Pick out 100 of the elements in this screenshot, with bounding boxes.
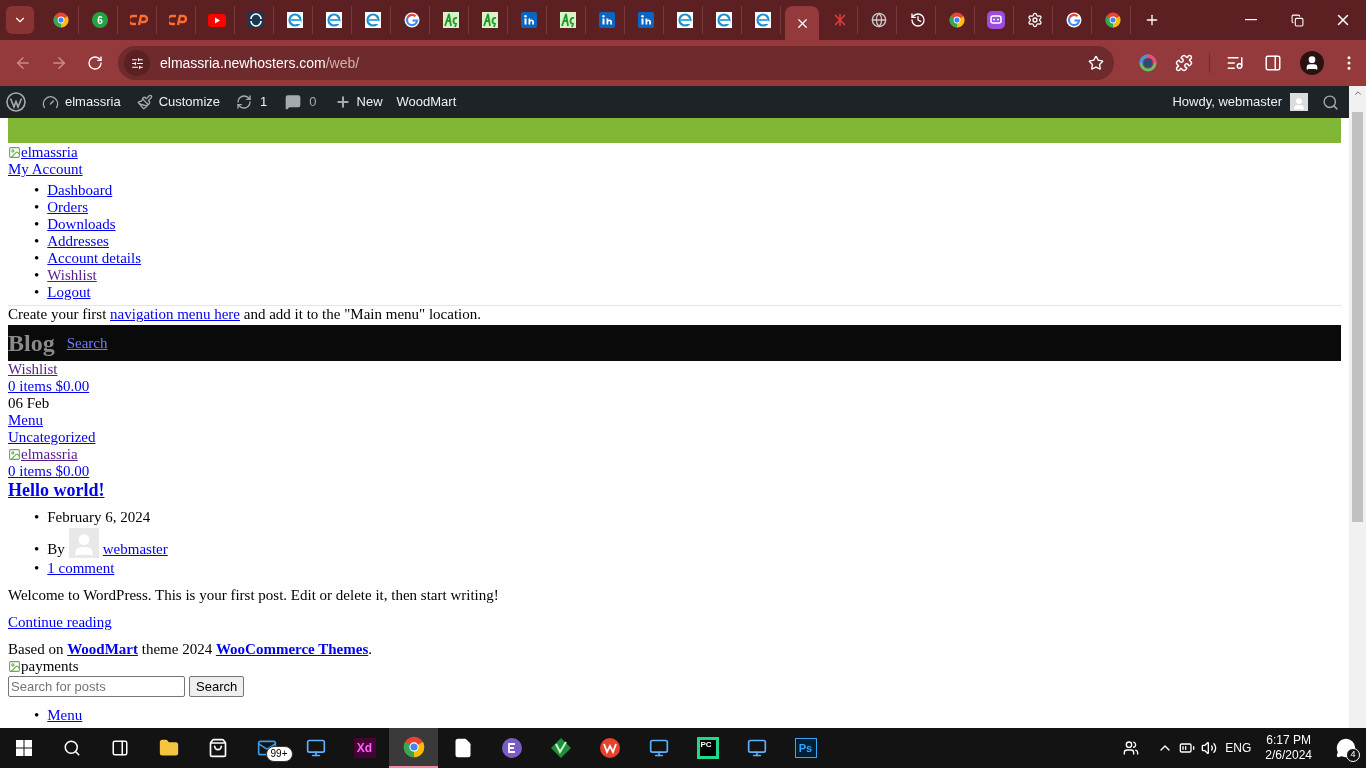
comments-link[interactable]: 0 [285, 92, 317, 112]
account-menu-link[interactable]: Addresses [47, 233, 109, 250]
plus-icon [334, 94, 351, 110]
settings-icon [1027, 12, 1043, 28]
plus-icon [1144, 12, 1160, 28]
notification-button[interactable]: 4 [1326, 728, 1366, 768]
wps-icon [599, 738, 620, 758]
bookmark-icon[interactable] [1088, 55, 1104, 71]
logo-alt-link[interactable]: elmassria [21, 446, 78, 463]
round-logo-icon [501, 738, 522, 758]
broken-image-icon [8, 146, 21, 159]
post-title[interactable]: Hello world! [8, 480, 105, 501]
google-icon [404, 12, 420, 28]
address-bar[interactable]: elmassria.newhosters.com/web/ [118, 46, 1114, 80]
broken-image-icon [8, 660, 21, 673]
nav-notice: Create your first navigation menu here and add it to the "Main menu" location. [8, 305, 1341, 323]
e-logo-icon [365, 12, 381, 28]
vim-icon [550, 738, 571, 758]
people-icon[interactable] [1123, 740, 1140, 756]
account-menu-link[interactable]: Wishlist [47, 267, 97, 284]
photoshop-icon: Ps [794, 738, 817, 758]
chrome-icon [949, 12, 965, 28]
taskbar-app[interactable]: Xd [340, 728, 389, 768]
profile-avatar[interactable] [1300, 51, 1324, 75]
scrollbar-thumb[interactable] [1352, 112, 1363, 522]
header-link[interactable]: 0 items $0.00 [8, 463, 90, 480]
globe-icon [871, 12, 887, 28]
account-menu-link[interactable]: Dashboard [47, 182, 113, 199]
sliders-icon [130, 56, 144, 70]
search-link[interactable]: Search [66, 334, 108, 352]
account-link[interactable]: My Account [8, 161, 83, 178]
account-menu-link[interactable]: Downloads [47, 216, 116, 233]
e-logo-icon [287, 12, 303, 28]
extensions-icon[interactable] [1175, 54, 1193, 72]
tab-search-button[interactable] [6, 6, 34, 34]
side-panel-icon[interactable] [1264, 54, 1282, 72]
theme-link[interactable]: WoodMart [396, 92, 457, 112]
footer-credit: Based on WoodMart theme 2024 WooCommerce Themes. [8, 641, 373, 658]
xd-icon: Xd [353, 738, 376, 758]
list-bullet: • [34, 560, 40, 577]
footer-menu-link[interactable]: Menu [47, 707, 83, 724]
window-icon [746, 738, 767, 758]
taskbar-app[interactable] [389, 728, 438, 768]
language-indicator[interactable]: ENG [1225, 739, 1252, 757]
url-text: elmassria.newhosters.com/web/ [160, 53, 360, 73]
header-link[interactable]: 0 items $0.00 [8, 378, 90, 395]
letter-logo-icon [443, 12, 459, 28]
battery-icon[interactable] [1179, 740, 1196, 756]
customize-link[interactable]: Customize [136, 92, 221, 112]
site-info-icon[interactable] [124, 50, 150, 76]
forward-icon [50, 54, 68, 72]
by-label: By [47, 541, 65, 558]
search-button[interactable]: Search [189, 676, 245, 697]
taskbar-app[interactable]: Ps [781, 728, 830, 768]
linkedin-icon [599, 12, 615, 28]
search-icon [63, 739, 81, 757]
header-link[interactable]: Wishlist [8, 361, 58, 378]
updates-icon [236, 94, 253, 110]
list-bullet: • [34, 199, 40, 216]
linkedin-icon [638, 12, 654, 28]
logo-alt-link[interactable]: elmassria [21, 144, 78, 161]
play-icon [208, 13, 226, 27]
clock[interactable]: 6:17 PM 2/6/2024 [1265, 733, 1312, 763]
payments-alt-text: payments [21, 658, 79, 675]
crossed-icon [832, 12, 848, 28]
header-link[interactable]: Uncategorized [8, 429, 96, 446]
account-menu-link[interactable]: Logout [47, 284, 91, 301]
nav-menu-link[interactable]: navigation menu here [110, 306, 241, 322]
taskbar-app[interactable]: 99+ [242, 728, 291, 768]
author-link[interactable]: webmaster [102, 541, 168, 558]
wordpress-logo[interactable] [6, 92, 26, 112]
account-link[interactable]: Howdy, webmaster [1172, 92, 1308, 112]
chat-bubble-icon [987, 11, 1005, 29]
woodmart-link[interactable]: WoodMart [67, 641, 138, 657]
store-icon [207, 738, 228, 758]
back-icon [14, 54, 32, 72]
search-icon[interactable] [1322, 93, 1339, 111]
taskbar-app[interactable]: PC [683, 728, 732, 768]
header-link[interactable]: Menu [8, 412, 43, 429]
scroll-up-icon[interactable] [1352, 88, 1363, 98]
site-link[interactable]: elmassria [42, 92, 121, 112]
list-bullet: • [34, 284, 40, 301]
scrollbar[interactable] [1349, 86, 1366, 728]
google-icon [1066, 12, 1082, 28]
comments-link[interactable]: 1 comment [47, 560, 115, 577]
account-menu-link[interactable]: Account details [47, 250, 141, 267]
updates-link[interactable]: 1 [236, 92, 268, 112]
volume-icon[interactable] [1201, 740, 1218, 756]
search-field[interactable]: Search for posts [8, 676, 185, 697]
new-link[interactable]: New [334, 92, 383, 112]
mail-badge: 99+ [265, 746, 293, 762]
media-icon[interactable] [1226, 54, 1244, 72]
e-logo-icon [755, 12, 771, 28]
brush-icon [136, 94, 153, 110]
color-ring-icon[interactable] [1139, 54, 1157, 72]
cpanel-icon [169, 14, 187, 26]
post-date: February 6, 2024 [47, 509, 151, 526]
post-date-label: 06 Feb [8, 395, 50, 412]
continue-reading-link[interactable]: Continue reading [8, 614, 112, 631]
account-menu-link[interactable]: Orders [47, 199, 89, 216]
